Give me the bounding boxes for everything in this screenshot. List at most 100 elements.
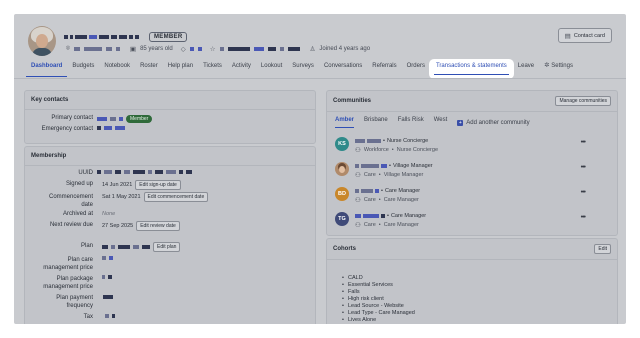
community-tab-amber[interactable]: Amber bbox=[335, 117, 355, 128]
tab-settings-label: Settings bbox=[551, 63, 573, 69]
edit-plan-button[interactable]: Edit plan bbox=[153, 242, 181, 252]
team-icon: ⚇ bbox=[355, 222, 361, 229]
member-badge: MEMBER bbox=[149, 32, 188, 42]
team-icon: ⚇ bbox=[355, 197, 361, 204]
care-price-label: Plan care management price bbox=[43, 257, 93, 271]
contact-card-label: Contact card bbox=[573, 32, 605, 39]
review-value-row: 27 Sep 2025 Edit review date bbox=[102, 221, 180, 231]
key-contacts-panel: Key contacts Primary contact Member Emer… bbox=[24, 90, 316, 144]
contact-card-button[interactable]: ▤ Contact card bbox=[557, 28, 612, 43]
more-options-icon[interactable]: ••• bbox=[581, 164, 586, 171]
plan-label: Plan bbox=[80, 243, 93, 249]
cohort-item: Essential Services bbox=[342, 282, 415, 289]
tab-leave[interactable]: Leave bbox=[513, 62, 539, 76]
commencement-value-row: Sat 1 May 2021 Edit commencement date bbox=[102, 192, 209, 202]
member-sub-role: Care Manager bbox=[383, 197, 419, 203]
review-value: 27 Sep 2025 bbox=[102, 223, 134, 229]
community-tab-west[interactable]: West bbox=[434, 117, 448, 128]
cohort-item: CALD bbox=[342, 275, 415, 282]
commencement-value: Sat 1 May 2021 bbox=[102, 194, 141, 200]
community-member-row[interactable]: KS • Nurse Concierge ⚇ Workforce • Nurse Con… bbox=[335, 135, 586, 159]
gear-icon: ✲ bbox=[544, 62, 550, 69]
tab-transactions-statements[interactable]: Transactions & statements bbox=[429, 60, 513, 78]
cohort-item: Lead Type - Care Managed bbox=[342, 310, 415, 317]
member-team: Care bbox=[363, 222, 376, 228]
package-price-label: Plan package management price bbox=[43, 276, 93, 290]
calendar-icon: ▣ bbox=[129, 46, 137, 53]
member-sub-role: Care Manager bbox=[383, 222, 419, 228]
member-initials-avatar: KS bbox=[335, 137, 349, 151]
tab-conversations[interactable]: Conversations bbox=[319, 62, 367, 76]
tab-lookout[interactable]: Lookout bbox=[256, 62, 287, 76]
member-sub-role: Nurse Concierge bbox=[396, 147, 439, 153]
care-price-value bbox=[102, 256, 113, 260]
tag-icon: ◇ bbox=[180, 46, 186, 53]
archived-value: None bbox=[102, 211, 116, 217]
tab-budgets[interactable]: Budgets bbox=[67, 62, 99, 76]
tab-help-plan[interactable]: Help plan bbox=[163, 62, 198, 76]
team-icon: ⚇ bbox=[355, 172, 361, 179]
tab-notebook[interactable]: Notebook bbox=[99, 62, 135, 76]
package-price-value bbox=[102, 275, 112, 279]
cohorts-list: CALD Essential Services Falls High risk … bbox=[342, 275, 415, 324]
review-label: Next review due bbox=[49, 222, 93, 228]
membership-panel: Membership UUID Signed up 14 Jun 2021 Ed… bbox=[24, 146, 316, 324]
edit-signup-button[interactable]: Edit sign-up date bbox=[135, 180, 181, 190]
person-icon: ♙ bbox=[309, 46, 316, 53]
commencement-label: Commencement date bbox=[48, 194, 93, 208]
primary-contact-label: Primary contact bbox=[51, 115, 93, 121]
tab-settings[interactable]: ✲ Settings bbox=[539, 62, 578, 76]
signed-up-value-row: 14 Jun 2021 Edit sign-up date bbox=[102, 180, 181, 190]
tab-activity[interactable]: Activity bbox=[227, 62, 256, 76]
app-frame: MEMBER ⌾ ▣ 85 years old ◇ ☆ ♙ Joined 4 y… bbox=[14, 14, 626, 324]
more-options-icon[interactable]: ••• bbox=[581, 139, 586, 146]
cohorts-title: Cohorts bbox=[327, 239, 617, 260]
tab-referrals[interactable]: Referrals bbox=[367, 62, 401, 76]
member-avatar bbox=[28, 26, 56, 56]
profile-info-row: ⌾ ▣ 85 years old ◇ ☆ ♙ Joined 4 years ag… bbox=[66, 45, 370, 53]
uuid-label: UUID bbox=[78, 170, 93, 176]
age-text: 85 years old bbox=[140, 46, 173, 52]
edit-commencement-button[interactable]: Edit commencement date bbox=[143, 192, 209, 202]
community-member-row[interactable]: BD • Care Manager ⚇ Care • Care Manager ••• bbox=[335, 185, 586, 209]
signed-up-value: 14 Jun 2021 bbox=[102, 182, 133, 188]
member-team: Workforce bbox=[363, 147, 389, 153]
member-initials-avatar: TG bbox=[335, 212, 349, 226]
key-contacts-title: Key contacts bbox=[25, 91, 315, 110]
joined-text: Joined 4 years ago bbox=[319, 46, 371, 52]
payment-frequency-value bbox=[103, 295, 113, 299]
cohort-item: Lead Source - Website bbox=[342, 303, 415, 310]
member-initials-avatar: BD bbox=[335, 187, 349, 201]
tax-label: Tax bbox=[83, 314, 93, 320]
more-options-icon[interactable]: ••• bbox=[581, 214, 586, 221]
member-badge-small: Member bbox=[126, 115, 153, 123]
signed-up-label: Signed up bbox=[65, 181, 93, 187]
tax-value bbox=[105, 314, 115, 318]
tab-dashboard[interactable]: Dashboard bbox=[26, 62, 68, 77]
plus-icon: + bbox=[457, 119, 464, 126]
tab-tickets[interactable]: Tickets bbox=[198, 62, 227, 76]
member-name: MEMBER bbox=[64, 32, 188, 42]
tab-transactions-label: Transactions & statements bbox=[435, 63, 507, 69]
community-tab-brisbane[interactable]: Brisbane bbox=[364, 117, 388, 128]
member-team: Care bbox=[363, 172, 376, 178]
header-divider bbox=[14, 78, 626, 79]
community-tabs: Amber Brisbane Falls Risk West + Add ano… bbox=[335, 117, 530, 128]
tab-orders[interactable]: Orders bbox=[402, 62, 430, 76]
edit-review-button[interactable]: Edit review date bbox=[136, 221, 180, 231]
tab-surveys[interactable]: Surveys bbox=[287, 62, 319, 76]
community-member-row[interactable]: TG • Care Manager ⚇ Care • Care Manager ••• bbox=[335, 210, 586, 234]
emergency-contact-value[interactable] bbox=[97, 126, 125, 130]
id-card-icon: ▤ bbox=[564, 32, 571, 40]
add-community-link[interactable]: + Add another community bbox=[457, 117, 530, 128]
profile-tabs: Dashboard Budgets Notebook Roster Help p… bbox=[26, 60, 578, 78]
community-member-row[interactable]: • Village Manager ⚇ Care • Village Manager •… bbox=[335, 160, 586, 184]
tab-roster[interactable]: Roster bbox=[135, 62, 163, 76]
edit-cohorts-button[interactable]: Edit bbox=[594, 244, 611, 254]
primary-contact-value[interactable]: Member bbox=[97, 115, 153, 123]
manage-communities-button[interactable]: Manage communities bbox=[555, 96, 611, 106]
community-tab-falls-risk[interactable]: Falls Risk bbox=[398, 117, 424, 128]
member-photo-avatar bbox=[335, 162, 349, 176]
more-options-icon[interactable]: ••• bbox=[581, 189, 586, 196]
cohorts-panel: Cohorts Edit CALD Essential Services Fal… bbox=[326, 238, 618, 324]
